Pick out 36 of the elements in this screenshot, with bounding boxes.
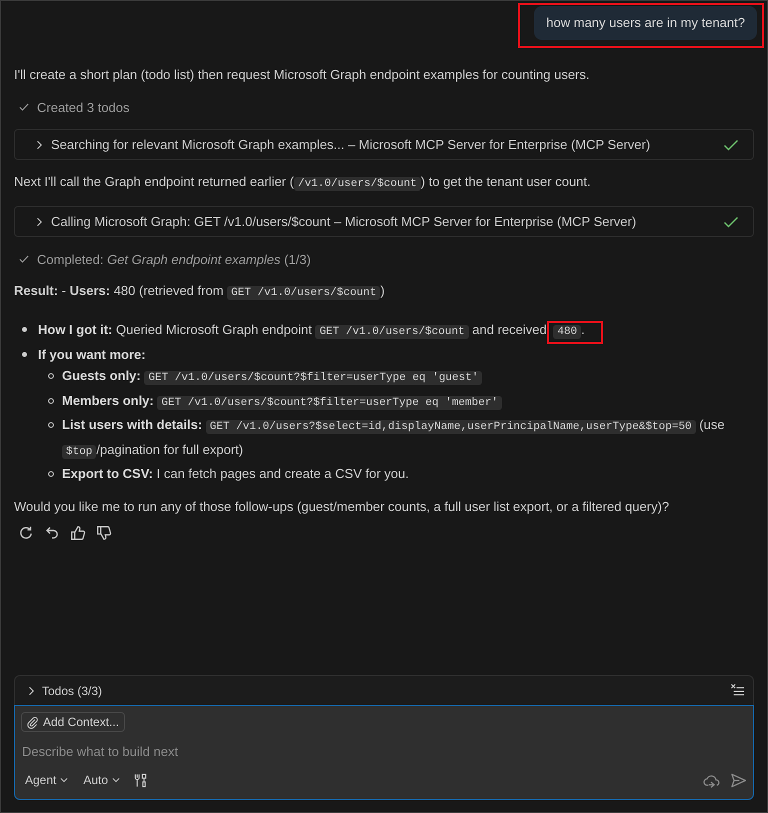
todos-toggle[interactable]: Todos (3/3) bbox=[25, 684, 102, 698]
bullet-icon bbox=[48, 422, 54, 428]
list-item-text: List users with details: GET /v1.0/users?$select=id,displayName,userPrincipalName,userType&$top=50 (use $top /pagination for full export) bbox=[62, 416, 726, 460]
list-item-text: Export to CSV: I can fetch pages and create a CSV for you. bbox=[62, 465, 410, 483]
add-context-button[interactable]: Add Context... bbox=[21, 712, 126, 732]
clear-list-icon[interactable] bbox=[730, 683, 745, 698]
list-item-text: Guests only: GET /v1.0/users/$count?$filter=userType eq 'guest' bbox=[62, 365, 754, 390]
message-paragraph: I'll create a short plan (todo list) then request Microsoft Graph endpoint examples for counting users. bbox=[14, 66, 590, 84]
message-paragraph: Result: - Users: 480 (retrieved from GET /v1.0/users/$count ) bbox=[14, 282, 386, 302]
caret-icon bbox=[111, 775, 122, 785]
list-item-text: Members only: GET /v1.0/users/$count?$filter=userType eq 'member' bbox=[62, 390, 754, 414]
model-dropdown[interactable]: Auto bbox=[79, 773, 126, 787]
thumbs-down-icon[interactable] bbox=[96, 524, 112, 540]
send-icon[interactable] bbox=[730, 772, 747, 788]
bullet-icon bbox=[48, 471, 54, 477]
caret-icon bbox=[59, 775, 70, 785]
message-paragraph: Would you like me to run any of those follow-ups (guest/member counts, a full user list export, or a filtered query)? bbox=[14, 498, 670, 516]
user-message: how many users are in my tenant? bbox=[534, 6, 757, 40]
list-item-text: How I got it: Queried Microsoft Graph endpoint GET /v1.0/users/$count and received 480 . bbox=[38, 319, 754, 344]
bullet-icon bbox=[22, 327, 27, 332]
mode-dropdown[interactable]: Agent bbox=[21, 773, 74, 787]
refresh-icon[interactable] bbox=[18, 524, 34, 540]
bullet-icon bbox=[22, 352, 27, 356]
thumbs-up-icon[interactable] bbox=[70, 524, 86, 540]
bullet-icon bbox=[48, 373, 54, 379]
paperclip-icon bbox=[26, 716, 39, 728]
tool-call-row[interactable]: Calling Microsoft Graph: GET /v1.0/users/$count – Microsoft MCP Server for Enterprise (MCP Server) bbox=[14, 206, 754, 237]
tool-call-row[interactable]: Searching for relevant Microsoft Graph examples... – Microsoft MCP Server for Enterprise (MCP Server) bbox=[14, 129, 754, 160]
bullet-icon bbox=[48, 398, 54, 404]
chat-input[interactable]: Describe what to build next bbox=[21, 741, 747, 761]
list-item-text: If you want more: bbox=[38, 346, 147, 364]
undo-icon[interactable] bbox=[44, 524, 60, 540]
message-paragraph: Next I'll call the Graph endpoint returned earlier ( /v1.0/users/$count ) to get the tenant user count. bbox=[14, 173, 592, 193]
status-text: Created 3 todos bbox=[37, 100, 130, 114]
tools-icon[interactable] bbox=[133, 772, 148, 788]
status-text: Completed: Get Graph endpoint examples (1/3) bbox=[37, 252, 311, 266]
